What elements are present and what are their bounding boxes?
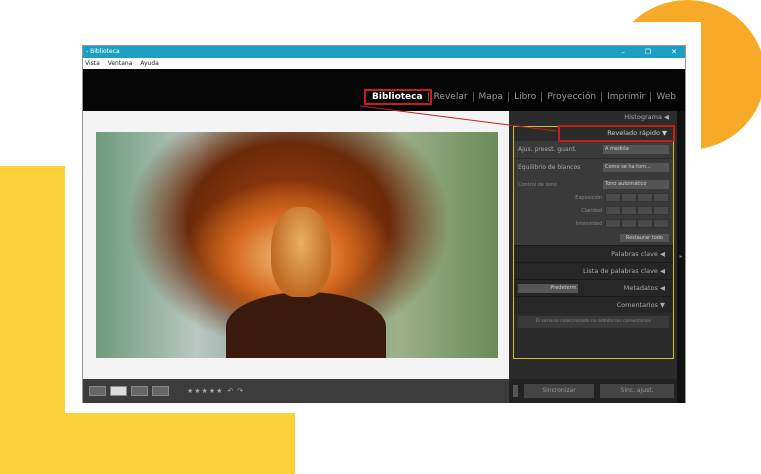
module-libro[interactable]: Libro	[509, 92, 543, 102]
sync-toggle[interactable]	[513, 385, 518, 397]
module-mapa[interactable]: Mapa	[474, 92, 510, 102]
right-panel: Histograma ◀ Revelado rápido ▼ Ajus. pre…	[509, 111, 679, 379]
compare-view-button[interactable]	[131, 386, 148, 396]
histogram-header[interactable]: Histograma ◀	[509, 111, 679, 123]
vibrance-buttons[interactable]	[605, 219, 669, 228]
rating-stars[interactable]: ★★★★★	[187, 387, 223, 395]
title-bar: - Biblioteca – ❐ ✕	[83, 46, 685, 58]
loupe-view	[83, 111, 509, 379]
lion-photo[interactable]	[96, 132, 498, 358]
sync-settings-button[interactable]: Sinc. ajust.	[600, 384, 674, 398]
loupe-view-button[interactable]	[110, 386, 127, 396]
decorative-yellow-block	[0, 413, 295, 474]
module-imprimir[interactable]: Imprimir	[602, 92, 652, 102]
sync-bar: Sincronizar Sinc. ajust.	[509, 379, 679, 403]
clarity-label: Claridad	[581, 207, 602, 214]
wb-label: Equilibrio de blancos	[518, 164, 581, 171]
exposure-buttons[interactable]	[605, 193, 669, 202]
menu-ventana[interactable]: Ventana	[108, 60, 133, 67]
rotate-right-icon[interactable]: ↷	[237, 387, 243, 395]
menu-ayuda[interactable]: Ayuda	[140, 60, 159, 67]
comments-note: El servicio seleccionado no admite los c…	[518, 316, 669, 328]
wb-select[interactable]: Como se ha tom...	[603, 163, 669, 172]
menu-vista[interactable]: Vista	[85, 60, 100, 67]
keywords-header[interactable]: Palabras clave ◀	[514, 245, 673, 262]
right-panel-toggle[interactable]: ▸	[677, 111, 685, 403]
module-biblioteca[interactable]: Biblioteca	[364, 89, 432, 105]
tone-label: Control de tono	[518, 181, 557, 188]
minimize-button[interactable]: –	[622, 46, 626, 58]
preset-select[interactable]: A medida	[603, 145, 669, 154]
module-revelar[interactable]: Revelar	[429, 92, 474, 102]
clarity-buttons[interactable]	[605, 206, 669, 215]
keyword-list-header[interactable]: Lista de palabras clave ◀	[514, 262, 673, 279]
restore-button[interactable]: ❐	[645, 46, 651, 58]
metadata-preset-select[interactable]: Predeterm.	[518, 284, 578, 293]
comments-header[interactable]: Comentarios ▼	[514, 296, 673, 313]
rotate-left-icon[interactable]: ↶	[227, 387, 233, 395]
reset-all-button[interactable]: Restaurar todo	[619, 233, 669, 242]
window-title: - Biblioteca	[86, 48, 120, 55]
close-button[interactable]: ✕	[671, 46, 677, 58]
sync-button[interactable]: Sincronizar	[524, 384, 594, 398]
auto-tone-button[interactable]: Tono automático	[603, 180, 669, 189]
metadata-header[interactable]: Metadatos ◀	[624, 280, 665, 296]
toolbar: ★★★★★ ↶ ↷	[83, 379, 509, 403]
highlight-box: Revelado rápido ▼ Ajus. preest. guard. A …	[513, 125, 675, 359]
preset-label: Ajus. preest. guard.	[518, 146, 577, 153]
grid-view-button[interactable]	[89, 386, 106, 396]
lightroom-window: - Biblioteca – ❐ ✕ Vista Ventana Ayuda B…	[82, 45, 686, 403]
module-picker: Biblioteca Revelar Mapa Libro Proyección…	[83, 69, 685, 111]
survey-view-button[interactable]	[152, 386, 169, 396]
module-web[interactable]: Web	[651, 92, 681, 102]
module-proyeccion[interactable]: Proyección	[542, 92, 603, 102]
menu-bar: Vista Ventana Ayuda	[83, 58, 685, 69]
quick-develop-header[interactable]: Revelado rápido ▼	[558, 125, 675, 142]
vibrance-label: Intensidad	[575, 220, 602, 227]
exposure-label: Exposición	[575, 194, 602, 201]
